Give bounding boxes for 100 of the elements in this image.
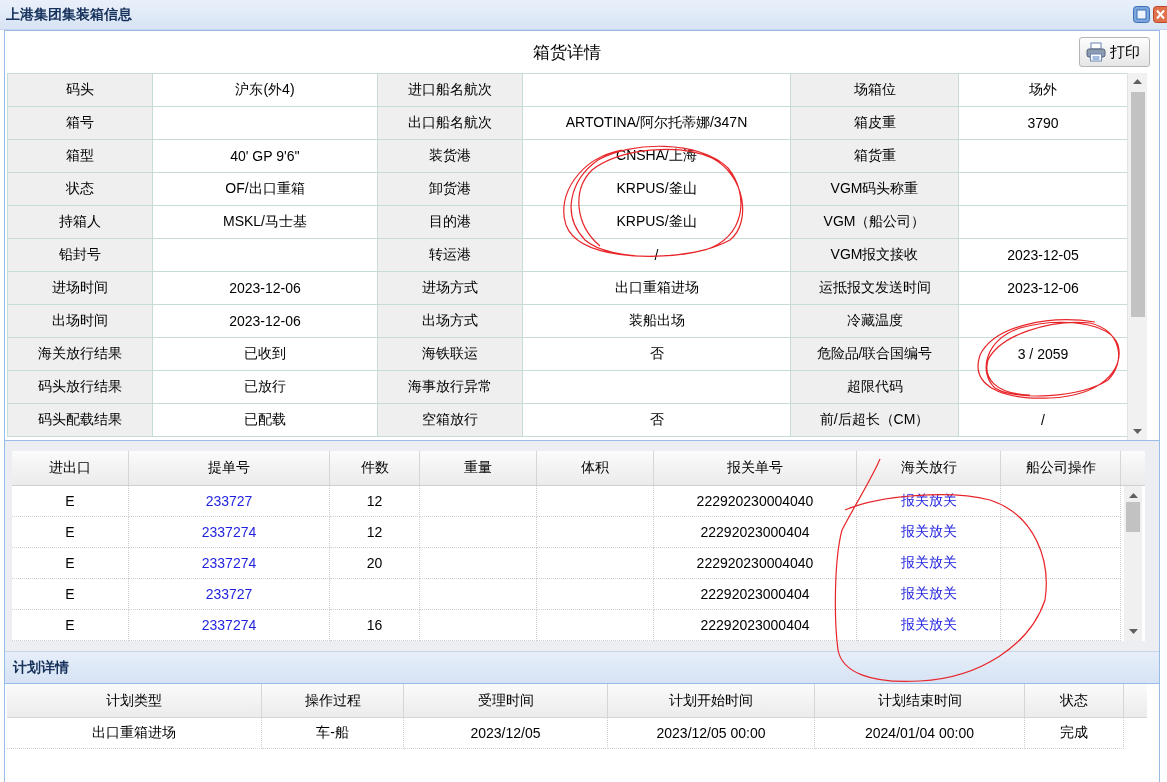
field-label: 场箱位 [790, 73, 959, 107]
release-link[interactable]: 报关放关 [900, 616, 957, 634]
bill-number-link[interactable]: 2337274 [201, 524, 257, 540]
table-cell: 16 [330, 610, 420, 641]
field-value: 出口重箱进场 [522, 271, 791, 305]
bill-number-link[interactable]: 233727 [205, 493, 253, 509]
table-cell: 2023/12/05 00:00 [608, 718, 815, 749]
field-value: OF/出口重箱 [152, 172, 378, 206]
field-label: 危险品/联合国编号 [790, 337, 959, 371]
field-label: 箱皮重 [790, 106, 959, 140]
field-value: MSKL/马士基 [152, 205, 378, 239]
field-label: VGM（船公司） [790, 205, 959, 239]
field-value: KRPUS/釜山 [522, 205, 791, 239]
field-label: 铅封号 [7, 238, 153, 272]
field-label: 海事放行异常 [377, 370, 523, 404]
field-value: 装船出场 [522, 304, 791, 338]
column-header: 重量 [420, 451, 537, 485]
bill-number-link[interactable]: 2337274 [201, 555, 257, 571]
field-label: 装货港 [377, 139, 523, 173]
field-label: 超限代码 [790, 370, 959, 404]
field-label: 海铁联运 [377, 337, 523, 371]
table-cell: 出口重箱进场 [7, 718, 262, 749]
table-cell: E [12, 579, 129, 610]
field-label: 进场方式 [377, 271, 523, 305]
field-label: 箱型 [7, 139, 153, 173]
field-value: 否 [522, 403, 791, 437]
field-label: VGM码头称重 [790, 172, 959, 206]
printer-icon [1086, 42, 1106, 62]
column-header: 海关放行 [857, 451, 1001, 485]
field-value: 场外 [958, 73, 1127, 107]
caret-up-icon[interactable] [1128, 493, 1138, 498]
table-cell: 22292023000404 [654, 517, 857, 548]
scrollbar-thumb[interactable] [1130, 92, 1145, 317]
field-label: VGM报文接收 [790, 238, 959, 272]
table-cell: E [12, 486, 129, 517]
table-cell: E [12, 610, 129, 641]
table-cell: 12 [330, 486, 420, 517]
caret-down-icon[interactable] [1128, 629, 1138, 634]
window-title: 上港集团集装箱信息 [6, 5, 133, 24]
bill-number-link[interactable]: 2337274 [201, 617, 257, 633]
field-label: 箱货重 [790, 139, 959, 173]
field-value: 已放行 [152, 370, 378, 404]
field-label: 海关放行结果 [7, 337, 153, 371]
table-cell: 完成 [1025, 718, 1124, 749]
table-cell: 222920230004040 [654, 486, 857, 517]
field-label: 码头放行结果 [7, 370, 153, 404]
caret-up-icon[interactable] [1133, 79, 1142, 84]
field-label: 箱号 [7, 106, 153, 140]
column-header: 体积 [537, 451, 654, 485]
field-label: 持箱人 [7, 205, 153, 239]
field-label: 码头配载结果 [7, 403, 153, 437]
panel-title: 计划详情 [13, 658, 69, 677]
field-value: 已配载 [152, 403, 378, 437]
field-label: 出场方式 [377, 304, 523, 338]
field-value: 2023-12-06 [152, 304, 378, 338]
bill-number-link[interactable]: 233727 [205, 586, 253, 602]
release-link[interactable]: 报关放关 [900, 585, 957, 603]
restore-icon[interactable] [1133, 6, 1150, 23]
column-header: 计划结束时间 [815, 684, 1025, 717]
release-link[interactable]: 报关放关 [900, 554, 957, 572]
table-cell: E [12, 548, 129, 579]
field-label: 进口船名航次 [377, 73, 523, 107]
field-label: 卸货港 [377, 172, 523, 206]
release-link[interactable]: 报关放关 [900, 523, 957, 541]
field-value: KRPUS/釜山 [522, 172, 791, 206]
field-label: 空箱放行 [377, 403, 523, 437]
field-label: 码头 [7, 73, 153, 107]
field-label: 冷藏温度 [790, 304, 959, 338]
column-header: 进出口 [12, 451, 129, 485]
table-cell: 20 [330, 548, 420, 579]
field-label: 转运港 [377, 238, 523, 272]
field-label: 出场时间 [7, 304, 153, 338]
column-header: 操作过程 [262, 684, 404, 717]
field-label: 出口船名航次 [377, 106, 523, 140]
field-value: 2023-12-06 [152, 271, 378, 305]
table-cell: 2023/12/05 [404, 718, 608, 749]
column-header: 船公司操作 [1001, 451, 1121, 485]
release-link[interactable]: 报关放关 [900, 492, 957, 510]
field-value: 否 [522, 337, 791, 371]
column-header: 计划类型 [7, 684, 262, 717]
table-cell: 22292023000404 [654, 579, 857, 610]
table-cell: 12 [330, 517, 420, 548]
column-header: 受理时间 [404, 684, 608, 717]
field-label: 前/后超长（CM） [790, 403, 959, 437]
column-header: 提单号 [129, 451, 330, 485]
section-title: 箱货详情 [533, 41, 601, 64]
field-value: 已收到 [152, 337, 378, 371]
caret-down-icon[interactable] [1133, 429, 1142, 434]
field-value: 沪东(外4) [152, 73, 378, 107]
field-label: 状态 [7, 172, 153, 206]
field-label: 运抵报文发送时间 [790, 271, 959, 305]
scrollbar-thumb[interactable] [1126, 502, 1140, 532]
print-button[interactable]: 打印 [1079, 37, 1150, 67]
table-cell: 222920230004040 [654, 548, 857, 579]
field-label: 目的港 [377, 205, 523, 239]
column-header: 件数 [330, 451, 420, 485]
close-icon[interactable] [1153, 6, 1167, 23]
field-value: / [522, 238, 791, 272]
column-header: 报关单号 [654, 451, 857, 485]
table-cell: 车-船 [262, 718, 404, 749]
